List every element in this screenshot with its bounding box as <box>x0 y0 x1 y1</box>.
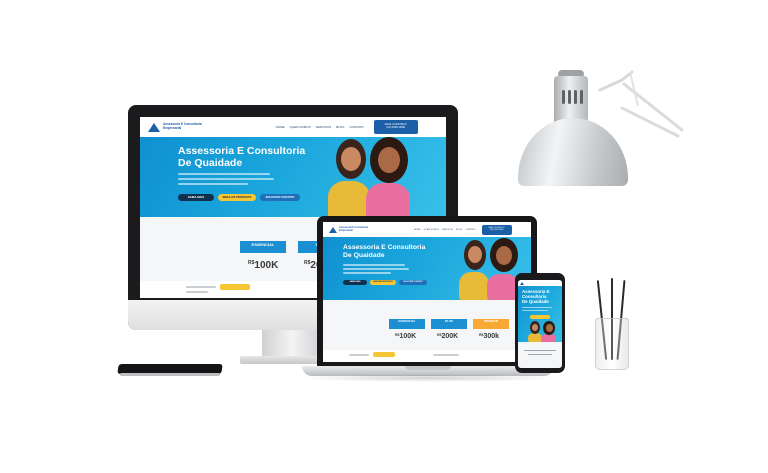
footer-cta-button[interactable] <box>220 284 250 290</box>
nav-blog[interactable]: BLOG <box>336 125 344 129</box>
nav-quem-somos[interactable]: QUEM SOMOS <box>290 125 311 129</box>
logo-line2: Empresarial <box>163 126 182 130</box>
phone-screen: Assessoria E Consultoria De Quaidade <box>518 280 562 368</box>
hero-text-line <box>343 272 391 274</box>
hero-text-line <box>522 307 552 308</box>
site-logo[interactable]: Assessoria E Consultoria Empresarial <box>148 122 202 132</box>
pen-cup <box>595 318 629 370</box>
phone-navbar <box>518 280 562 286</box>
nav-contato[interactable]: CONTATO <box>349 125 363 129</box>
nav-home[interactable]: HOME <box>414 229 421 231</box>
phone-hero-title-line3: De Quaidade <box>522 299 549 305</box>
phone-hero-section: Assessoria E Consultoria De Quaidade <box>518 280 562 342</box>
phone-text-line <box>524 350 556 351</box>
hero-title-line2: De Quaidade <box>178 157 243 170</box>
hero-title-line1: Assessoria E Consultoria <box>343 244 426 251</box>
simular-proposta-button[interactable]: SIMULAR PROPOSTA <box>218 194 256 201</box>
plan-essencial-value: 100K <box>399 333 417 340</box>
lamp-vent <box>562 90 565 104</box>
hero-text-line <box>178 183 248 185</box>
plan-essencial-price: R$100K <box>248 260 278 271</box>
plan-essencial-price: R$100K <box>395 333 416 340</box>
hero-title: Assessoria E Consultoria De Quaidade <box>178 145 305 169</box>
plan-premium-value: 300k <box>483 333 500 340</box>
logo-triangle-icon <box>148 122 160 132</box>
plan-plus-header: PLUS <box>431 319 467 329</box>
logo-triangle-icon <box>520 281 524 285</box>
nav-servicos[interactable]: SERVIÇOS <box>316 125 331 129</box>
plan-premium-price: R$300k <box>479 333 499 340</box>
plan-essencial-name: ESSENCIAL <box>251 242 275 247</box>
nav-contact-button[interactable]: FALE CONOSCO (11) 0000-0000 <box>373 120 418 134</box>
phone-cta-button[interactable] <box>530 315 550 319</box>
hero-text-line <box>178 173 270 175</box>
laptop-site-logo[interactable]: Assessoria E Consultoria Empresarial <box>329 226 368 233</box>
plan-premium-name: PREMIUM <box>483 319 499 323</box>
footer-strip <box>323 350 531 362</box>
nav-contato[interactable]: CONTATO <box>465 229 475 231</box>
nav-blog[interactable]: BLOG <box>456 229 462 231</box>
lamp-vent <box>580 90 583 104</box>
solicitar-contato-button[interactable]: SOLICITAR CONTATO <box>399 280 427 285</box>
hero-text-line <box>178 178 274 180</box>
mockup-scene: Assessoria E Consultoria Empresarial HOM… <box>0 0 768 473</box>
saiba-mais-button[interactable]: SAIBA MAIS <box>178 194 214 201</box>
plan-essencial-header: ESSENCIAL <box>240 241 286 253</box>
plan-plus-value: 200K <box>441 333 459 340</box>
hero-image <box>310 137 420 217</box>
plan-essencial-value: 100K <box>254 260 279 271</box>
simular-proposta-button[interactable]: SIMULAR PROPOSTA <box>370 280 396 285</box>
phone-hero-image <box>524 321 558 342</box>
footer-cta-button[interactable] <box>373 352 395 357</box>
logo-triangle-icon <box>329 226 337 233</box>
hero-title-line2: De Quaidade <box>343 251 385 259</box>
nav-home[interactable]: HOME <box>276 125 285 129</box>
site-navbar: Assessoria E Consultoria Empresarial HOM… <box>140 117 446 137</box>
saiba-mais-button[interactable]: SAIBA MAIS <box>343 280 367 285</box>
lamp-vent <box>568 90 571 104</box>
phone-text-line <box>528 354 552 355</box>
phone-hero-title: Assessoria E Consultoria De Quaidade <box>522 289 550 304</box>
laptop-navbar: Assessoria E Consultoria Empresarial HOM… <box>323 222 531 237</box>
plan-plus-name: PLUS <box>444 319 453 323</box>
nav-contact-button[interactable]: FALE CONOSCO (11) 0000-0000 <box>481 224 512 235</box>
nav-cta-line2: (11) 0000-0000 <box>489 228 504 231</box>
monitor-stand <box>262 330 322 358</box>
laptop-shadow <box>296 374 560 382</box>
hero-text-line <box>522 310 548 311</box>
laptop-hero-section: Assessoria E Consultoria Empresarial HOM… <box>323 222 531 300</box>
nav-quem-somos[interactable]: QUEM SOMOS <box>424 229 439 231</box>
plan-essencial-header: ESSENCIAL <box>389 319 425 329</box>
plan-essencial-name: ESSENCIAL <box>398 319 416 323</box>
hero-image <box>449 238 525 300</box>
nav-servicos[interactable]: SERVIÇOS <box>442 229 453 231</box>
laptop-notch <box>405 366 451 370</box>
hero-text-line <box>343 264 405 266</box>
hero-title-line1: Assessoria E Consultoria <box>178 145 306 157</box>
laptop-hero-title: Assessoria E Consultoria De Quaidade <box>343 244 425 260</box>
tablet-edge <box>120 373 220 376</box>
solicitar-contato-button[interactable]: SOLICITAR CONTATO <box>260 194 300 201</box>
hero-text-line <box>343 268 409 270</box>
laptop-screen: Assessoria E Consultoria Empresarial HOM… <box>323 222 531 362</box>
plan-premium-header: PREMIUM <box>473 319 509 329</box>
logo-line2: Empresarial <box>339 228 353 232</box>
lamp-vent <box>574 90 577 104</box>
nav-cta-line2: (11) 0000-0000 <box>386 125 406 130</box>
plan-plus-price: R$200K <box>437 333 458 340</box>
hero-section: Assessoria E Consultoria Empresarial HOM… <box>140 117 446 217</box>
